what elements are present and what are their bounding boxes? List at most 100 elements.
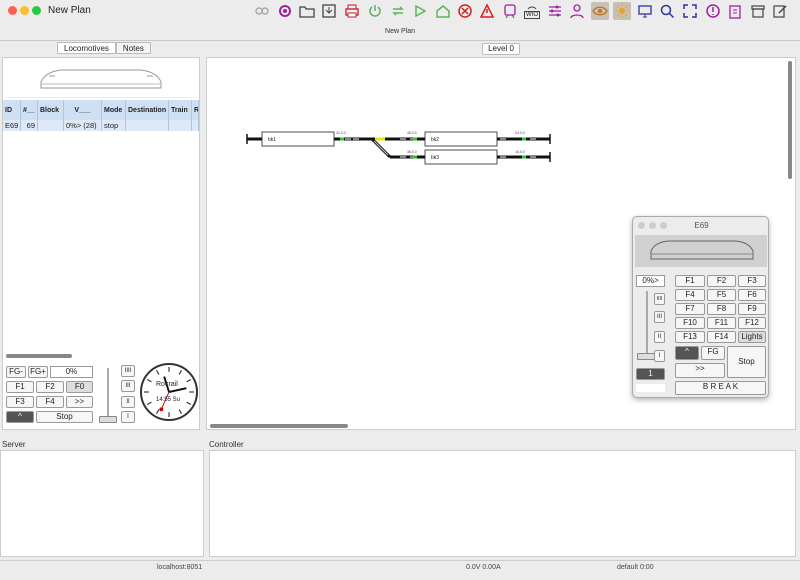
save-icon[interactable] [320,2,338,20]
info-icon[interactable] [704,2,722,20]
f3-button[interactable]: F3 [738,275,766,287]
eye-icon[interactable] [591,2,609,20]
sliders-icon[interactable] [546,2,564,20]
step1-button[interactable]: I [121,411,135,423]
window-title: New Plan [48,5,91,16]
f4-button[interactable]: F4 [675,289,705,301]
throttle-fg-button[interactable]: FG [701,346,725,360]
speed-slider-knob[interactable] [99,416,117,423]
header-block[interactable]: Block [38,100,64,120]
throttle-info-field [636,384,665,392]
f2-button[interactable]: F2 [707,275,736,287]
throttle-slider-knob[interactable] [637,353,655,360]
signal-1[interactable] [340,137,344,141]
fg-minus-button[interactable]: FG- [6,366,26,378]
clipboard-icon[interactable] [726,2,744,20]
refresh-icon[interactable] [389,2,407,20]
throttle-step1-button[interactable]: I [654,350,665,362]
f6-button[interactable]: F6 [738,289,766,301]
search-icon[interactable] [658,2,676,20]
throttle-step-value[interactable]: 1 [636,368,665,380]
tab-notes[interactable]: Notes [115,42,151,54]
throttle-step2-button[interactable]: II [654,331,665,343]
throttle-step4-button[interactable]: IIII [654,293,665,305]
throttle-window[interactable]: E69 0%> IIII III II I 1 F1 F2 F3 F4 F5 F… [632,216,769,398]
forward-button[interactable]: >> [66,396,93,408]
f3-button[interactable]: F3 [6,396,34,408]
wio-icon[interactable]: WIO [523,2,541,20]
signal-5[interactable] [522,155,526,159]
monitor-icon[interactable] [636,2,654,20]
step4-button[interactable]: IIII [121,365,135,377]
f11-button[interactable]: F11 [707,317,736,329]
throttle-stop-button[interactable]: Stop [727,346,766,378]
f4-button[interactable]: F4 [36,396,64,408]
user-icon[interactable] [568,2,586,20]
table-row[interactable]: E69 69 0%> (28) stop [3,120,199,131]
block-label-bk3: bk3 [431,155,439,161]
header-id[interactable]: ID [3,100,21,120]
home-icon[interactable] [434,2,452,20]
f12-button[interactable]: F12 [738,317,766,329]
f1-button[interactable]: F1 [675,275,705,287]
f5-button[interactable]: F5 [707,289,736,301]
power-icon[interactable] [366,2,384,20]
throttle-speed-field[interactable]: 0%> [636,275,665,287]
break-button[interactable]: B R E A K [675,381,766,395]
header-destination[interactable]: Destination [126,100,169,120]
warning-icon[interactable] [478,2,496,20]
switch-indicator[interactable] [375,137,385,141]
throttle-slider-track[interactable] [646,291,648,357]
print-icon[interactable] [343,2,361,20]
speed-field[interactable]: 0% [50,366,93,378]
header-train[interactable]: Train [169,100,192,120]
speed-slider-track[interactable] [107,368,109,420]
lights-button[interactable]: Lights [738,331,766,343]
stop-button[interactable]: Stop [36,411,93,423]
vertical-scrollbar[interactable] [788,61,792,179]
header-number[interactable]: #__ [21,100,38,120]
tab-locomotives[interactable]: Locomotives [57,42,116,54]
level-label: Level 0 [482,43,520,55]
horizontal-scrollbar[interactable] [210,424,348,428]
cell-destination [126,120,169,131]
direction-button[interactable]: ^ [6,411,34,423]
fg-plus-button[interactable]: FG+ [28,366,48,378]
horizontal-scrollbar[interactable] [6,354,72,358]
f9-button[interactable]: F9 [738,303,766,315]
throttle-step3-button[interactable]: III [654,311,665,323]
train-icon[interactable] [501,2,519,20]
toolbar-divider [0,40,800,41]
settings-icon[interactable] [276,2,294,20]
zoom-window-button[interactable] [32,6,41,15]
f2-button[interactable]: F2 [36,381,64,393]
step2-button[interactable]: II [121,396,135,408]
throttle-forward-button[interactable]: >> [675,363,725,378]
throttle-direction-button[interactable]: ^ [675,346,699,360]
f8-button[interactable]: F8 [707,303,736,315]
stop-icon[interactable] [456,2,474,20]
folder-icon[interactable] [298,2,316,20]
header-v[interactable]: V___ [64,100,102,120]
f10-button[interactable]: F10 [675,317,705,329]
edit-icon[interactable] [771,2,789,20]
play-icon[interactable] [411,2,429,20]
step3-button[interactable]: III [121,380,135,392]
archive-icon[interactable] [749,2,767,20]
f7-button[interactable]: F7 [675,303,705,315]
minimize-window-button[interactable] [20,6,29,15]
signal-3[interactable] [522,137,526,141]
close-window-button[interactable] [8,6,17,15]
header-r[interactable]: R [192,100,199,120]
f1-button[interactable]: F1 [6,381,34,393]
f13-button[interactable]: F13 [675,331,705,343]
block-label-bk1: bk1 [268,137,276,143]
header-mode[interactable]: Mode [102,100,126,120]
signal-4[interactable] [413,155,417,159]
fullscreen-icon[interactable] [681,2,699,20]
signal-2[interactable] [413,137,417,141]
link-icon[interactable] [253,2,271,20]
sun-icon[interactable] [613,2,631,20]
f0-button[interactable]: F0 [66,381,93,393]
f14-button[interactable]: F14 [707,331,736,343]
